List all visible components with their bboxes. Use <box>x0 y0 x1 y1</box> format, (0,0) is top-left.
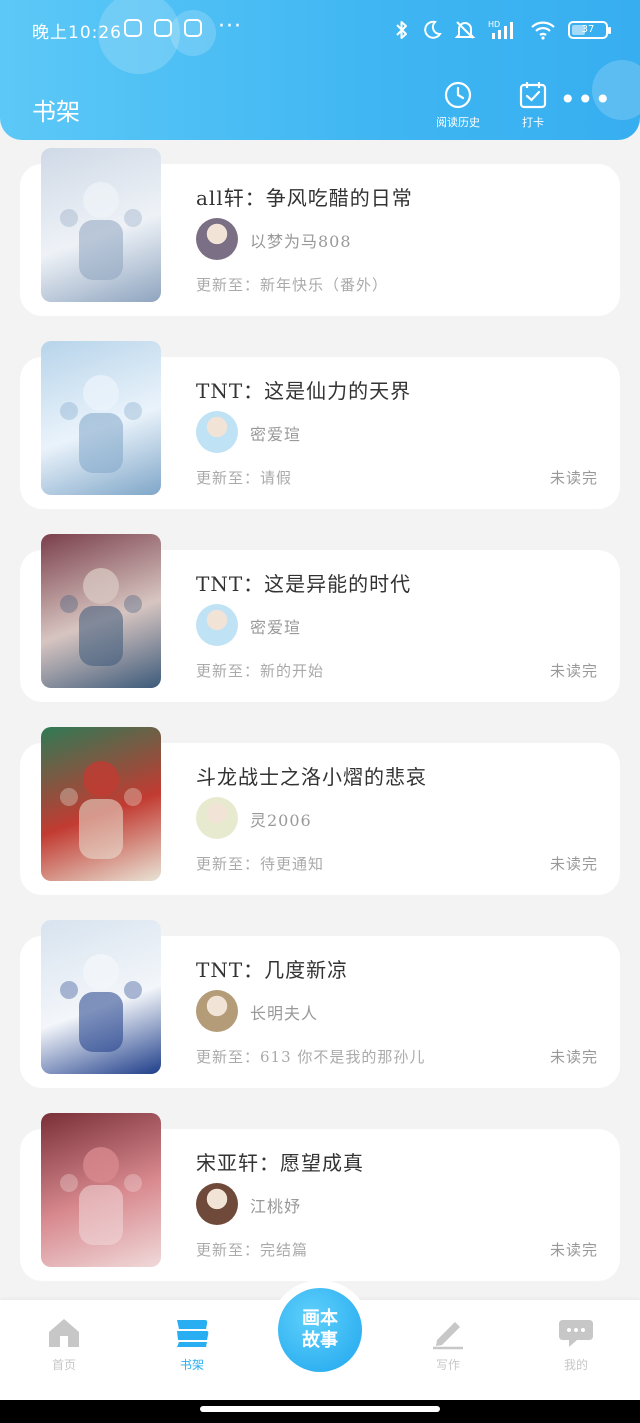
pen-icon <box>433 1322 463 1350</box>
mute-bell-icon <box>454 21 476 39</box>
book-card[interactable]: TNT：这是异能的时代 密爱瑄 更新至：新的开始 未读完 <box>20 534 620 727</box>
picture-story-button[interactable]: 画本 故事 <box>278 1288 362 1372</box>
author-name[interactable]: 以梦为马808 <box>250 228 352 252</box>
checkin-label: 打卡 <box>522 116 544 129</box>
author-name[interactable]: 密爱瑄 <box>250 421 301 445</box>
svg-text:HD: HD <box>488 20 500 29</box>
more-options-icon[interactable]: ••• <box>559 86 612 114</box>
signal-icon: HD <box>488 20 513 39</box>
latest-update: 更新至：613 你不是我的那孙儿 <box>196 1048 426 1066</box>
latest-update: 更新至：新的开始 <box>196 662 325 680</box>
book-cover-image[interactable] <box>41 920 161 1074</box>
cover-figures <box>60 954 142 1052</box>
chat-bubble-icon <box>559 1320 593 1347</box>
cover-figures <box>60 568 142 666</box>
tab-home-label: 首页 <box>51 1358 76 1372</box>
author-name[interactable]: 江桃妤 <box>250 1193 301 1217</box>
book-list: all轩：争风吃醋的日常 以梦为马808 更新至：新年快乐（番外） TNT：这是… <box>20 148 620 1306</box>
cover-figures <box>60 1147 142 1245</box>
book-card[interactable]: 斗龙战士之洛小熠的悲哀 灵2006 更新至：待更通知 未读完 <box>20 727 620 920</box>
clock-icon <box>444 81 472 109</box>
book-title[interactable]: 斗龙战士之洛小熠的悲哀 <box>196 761 427 790</box>
book-card[interactable]: TNT：这是仙力的天界 密爱瑄 更新至：请假 未读完 <box>20 341 620 534</box>
author-avatar[interactable] <box>196 797 238 839</box>
picture-story-line1: 画本 <box>302 1308 338 1329</box>
tab-me[interactable]: 我的 <box>536 1316 616 1373</box>
calendar-check-icon <box>519 82 547 109</box>
book-title[interactable]: TNT：几度新凉 <box>196 954 348 983</box>
book-cover-image[interactable] <box>41 148 161 302</box>
reading-history-label: 阅读历史 <box>436 116 480 129</box>
book-cover-image[interactable] <box>41 727 161 881</box>
author-avatar[interactable] <box>196 1183 238 1225</box>
notification-app-icon <box>124 19 142 37</box>
status-more-icon: ··· <box>218 14 242 39</box>
home-indicator[interactable] <box>200 1406 440 1412</box>
checkin-button[interactable]: 打卡 <box>518 80 548 130</box>
read-status-badge: 未读完 <box>549 1241 598 1259</box>
home-icon <box>49 1319 79 1347</box>
book-card[interactable]: all轩：争风吃醋的日常 以梦为马808 更新至：新年快乐（番外） <box>20 148 620 341</box>
book-title[interactable]: all轩：争风吃醋的日常 <box>196 182 413 211</box>
tab-me-label: 我的 <box>563 1358 588 1372</box>
tab-home[interactable]: 首页 <box>24 1316 104 1373</box>
author-avatar[interactable] <box>196 218 238 260</box>
book-title[interactable]: 宋亚轩：愿望成真 <box>196 1147 364 1176</box>
author-avatar[interactable] <box>196 604 238 646</box>
bluetooth-icon <box>396 21 407 39</box>
author-avatar[interactable] <box>196 990 238 1032</box>
author-name[interactable]: 长明夫人 <box>250 1000 318 1024</box>
notification-app-icon <box>184 19 202 37</box>
author-name[interactable]: 灵2006 <box>250 807 312 831</box>
book-title[interactable]: TNT：这是异能的时代 <box>196 568 411 597</box>
battery-percent: 37 <box>581 24 595 35</box>
tab-shelf[interactable]: 书架 <box>152 1316 232 1373</box>
latest-update: 更新至：待更通知 <box>196 855 325 873</box>
cover-figures <box>60 182 142 280</box>
read-status-badge: 未读完 <box>549 662 598 680</box>
battery-icon: 37 <box>568 21 611 39</box>
tab-write-label: 写作 <box>435 1358 460 1372</box>
book-card[interactable]: TNT：几度新凉 长明夫人 更新至：613 你不是我的那孙儿 未读完 <box>20 920 620 1113</box>
cover-figures <box>60 375 142 473</box>
status-right: HD 37 <box>394 16 611 44</box>
book-cover-image[interactable] <box>41 1113 161 1267</box>
book-title[interactable]: TNT：这是仙力的天界 <box>196 375 411 404</box>
book-cover-image[interactable] <box>41 341 161 495</box>
author-avatar[interactable] <box>196 411 238 453</box>
reading-history-button[interactable]: 阅读历史 <box>436 80 480 130</box>
page-title: 书架 <box>32 98 80 126</box>
bookshelf-icon <box>177 1320 209 1347</box>
notification-app-icon <box>154 19 172 37</box>
read-status-badge: 未读完 <box>549 855 598 873</box>
book-cover-image[interactable] <box>41 534 161 688</box>
picture-story-line2: 故事 <box>302 1330 338 1351</box>
latest-update: 更新至：完结篇 <box>196 1241 309 1259</box>
author-name[interactable]: 密爱瑄 <box>250 614 301 638</box>
moon-icon <box>424 20 442 39</box>
read-status-badge: 未读完 <box>549 1048 598 1066</box>
wifi-icon <box>531 21 555 40</box>
status-bar: 晚上10:26 ··· HD 37 <box>0 0 640 62</box>
tab-shelf-label: 书架 <box>179 1358 204 1372</box>
book-card[interactable]: 宋亚轩：愿望成真 江桃妤 更新至：完结篇 未读完 <box>20 1113 620 1306</box>
latest-update: 更新至：请假 <box>196 469 293 487</box>
latest-update: 更新至：新年快乐（番外） <box>196 276 389 294</box>
cover-figures <box>60 761 142 859</box>
header: 晚上10:26 ··· HD 37 书架 阅读历史 打卡 ••• <box>0 0 640 140</box>
status-time: 晚上10:26 <box>32 23 122 43</box>
tab-write[interactable]: 写作 <box>408 1316 488 1373</box>
read-status-badge: 未读完 <box>549 469 598 487</box>
